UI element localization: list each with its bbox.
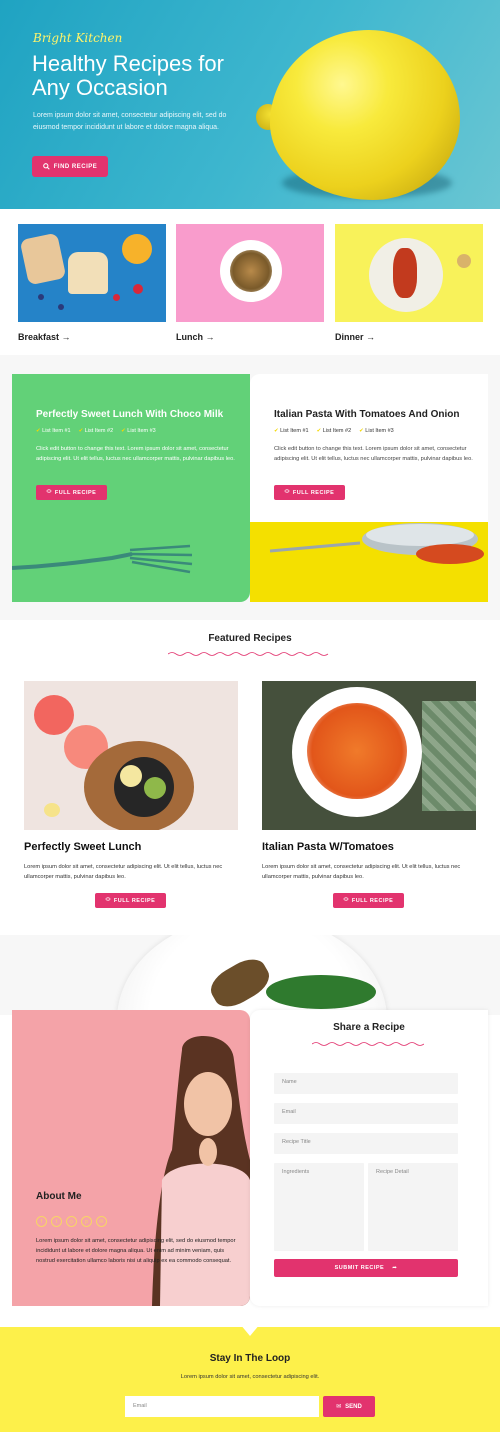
full-recipe-label: FULL RECIPE [54, 489, 97, 496]
check-icon: ✔ [36, 428, 41, 434]
submit-recipe-button[interactable]: SUBMIT RECIPE ➦ [274, 1259, 458, 1277]
category-label-dinner[interactable]: Dinner → [335, 332, 483, 342]
full-recipe-button[interactable]: ⬭ FULL RECIPE [36, 485, 107, 500]
featured-title: Featured Recipes [208, 633, 292, 644]
about-body: Lorem ipsum dolor sit amet, consectetur … [36, 1238, 236, 1264]
check-icon: ✔ [316, 428, 322, 434]
list-item: ✔ List Item #2 [78, 428, 114, 434]
hero-section: Bright Kitchen Healthy Recipes for Any O… [0, 0, 500, 209]
email-field[interactable]: Email [274, 1103, 458, 1124]
share-arrow-icon: ➦ [392, 1265, 398, 1271]
split-recipe-list: ✔ List Item #1 ✔ List Item #2 ✔ List Ite… [36, 428, 156, 434]
list-item: ✔ List Item #3 [121, 428, 156, 434]
find-recipe-label: FIND RECIPE [53, 163, 98, 170]
squiggle-divider [168, 652, 329, 656]
pan-lobster-image [269, 523, 484, 564]
check-icon: ✔ [359, 428, 364, 434]
full-recipe-label: FULL RECIPE [292, 489, 335, 496]
newsletter-email-field[interactable]: Email [125, 1396, 319, 1417]
breakfast-image[interactable] [18, 224, 166, 322]
pinterest-icon[interactable]: p [81, 1216, 92, 1227]
full-recipe-label: FULL RECIPE [113, 897, 156, 904]
recipe-detail-field[interactable]: Recipe Detail [368, 1163, 458, 1251]
send-button[interactable]: ✉ SEND [323, 1396, 375, 1417]
instagram-icon[interactable]: ◎ [66, 1216, 77, 1227]
italian-pasta-image[interactable] [262, 681, 476, 830]
share-title: Share a Recipe [333, 1022, 405, 1033]
about-section: About Me f t ◎ p ✉ Lorem ipsum dolor sit… [12, 1010, 250, 1306]
leaf-icon: ⬭ [284, 489, 290, 495]
newsletter-title: Stay In The Loop [209, 1353, 291, 1364]
split-recipe-body: Click edit button to change this text. L… [36, 446, 235, 462]
recipe-title-field[interactable]: Recipe Title [274, 1133, 458, 1154]
submit-recipe-label: SUBMIT RECIPE [334, 1265, 385, 1271]
plate-decoration [0, 935, 500, 1015]
search-icon [42, 163, 50, 170]
full-recipe-label: FULL RECIPE [351, 897, 394, 904]
newsletter-subtitle: Lorem ipsum dolor sit amet, consectetur … [180, 1374, 320, 1380]
hero-description: Lorem ipsum dolor sit amet, consectetur … [33, 112, 227, 131]
share-recipe-form: Share a Recipe Name Email Recipe Title I… [250, 1010, 488, 1306]
dinner-image[interactable] [335, 224, 483, 322]
find-recipe-button[interactable]: FIND RECIPE [32, 156, 108, 177]
featured-card-italian-pasta: Italian Pasta W/Tomatoes Lorem ipsum dol… [250, 670, 486, 920]
featured-card-body: Lorem ipsum dolor sit amet, consectetur … [262, 864, 461, 880]
newsletter-section: Stay In The Loop Lorem ipsum dolor sit a… [0, 1327, 500, 1432]
twitter-icon[interactable]: t [51, 1216, 62, 1227]
mail-icon: ✉ [336, 1404, 342, 1410]
featured-card-title: Perfectly Sweet Lunch [24, 841, 142, 853]
list-item: ✔ List Item #1 [36, 428, 71, 434]
leaf-icon: ⬭ [343, 897, 349, 903]
category-label-lunch[interactable]: Lunch → [176, 332, 324, 342]
fork-image [12, 544, 193, 574]
email-icon[interactable]: ✉ [96, 1216, 107, 1227]
split-recipe-card-choco-milk: Perfectly Sweet Lunch With Choco Milk ✔ … [12, 374, 250, 602]
squiggle-divider [312, 1042, 424, 1046]
featured-card-body: Lorem ipsum dolor sit amet, consectetur … [24, 864, 223, 880]
full-recipe-button[interactable]: ⬭ FULL RECIPE [274, 485, 345, 500]
ingredients-field[interactable]: Ingredients [274, 1163, 364, 1251]
split-recipe-body: Click edit button to change this text. L… [274, 446, 473, 462]
split-recipe-card-italian-pasta: Italian Pasta With Tomatoes And Onion ✔ … [250, 374, 488, 602]
leaf-icon: ⬭ [105, 897, 111, 903]
facebook-icon[interactable]: f [36, 1216, 47, 1227]
leaf-icon: ⬭ [46, 489, 52, 495]
featured-card-sweet-lunch: Perfectly Sweet Lunch Lorem ipsum dolor … [12, 670, 248, 920]
check-icon: ✔ [121, 428, 126, 434]
featured-card-title: Italian Pasta W/Tomatoes [262, 841, 394, 853]
list-item: ✔ List Item #1 [274, 428, 309, 434]
full-recipe-button[interactable]: ⬭ FULL RECIPE [95, 893, 166, 908]
category-card-breakfast[interactable]: Breakfast → [18, 224, 166, 342]
full-recipe-button[interactable]: ⬭ FULL RECIPE [333, 893, 404, 908]
split-recipe-title: Perfectly Sweet Lunch With Choco Milk [36, 409, 224, 420]
list-item: ✔ List Item #2 [316, 428, 352, 434]
check-icon: ✔ [274, 428, 279, 434]
split-recipe-list: ✔ List Item #1 ✔ List Item #2 ✔ List Ite… [274, 428, 394, 434]
check-icon: ✔ [78, 428, 84, 434]
category-card-dinner[interactable]: Dinner → [335, 224, 483, 342]
lemon-image [270, 30, 460, 200]
hero-title: Healthy Recipes for Any Occasion [32, 51, 224, 100]
lunch-image[interactable] [176, 224, 324, 322]
about-title: About Me [36, 1191, 82, 1202]
categories-section: Breakfast → Lunch → Dinner → [0, 209, 500, 355]
brand-logo[interactable]: Bright Kitchen [33, 31, 122, 45]
category-card-lunch[interactable]: Lunch → [176, 224, 324, 342]
social-icons: f t ◎ p ✉ [36, 1216, 107, 1227]
split-recipe-title: Italian Pasta With Tomatoes And Onion [274, 409, 460, 420]
name-field[interactable]: Name [274, 1073, 458, 1094]
send-label: SEND [345, 1403, 362, 1410]
sweet-lunch-image[interactable] [24, 681, 238, 830]
list-item: ✔ List Item #3 [359, 428, 394, 434]
category-label-breakfast[interactable]: Breakfast → [18, 332, 166, 342]
